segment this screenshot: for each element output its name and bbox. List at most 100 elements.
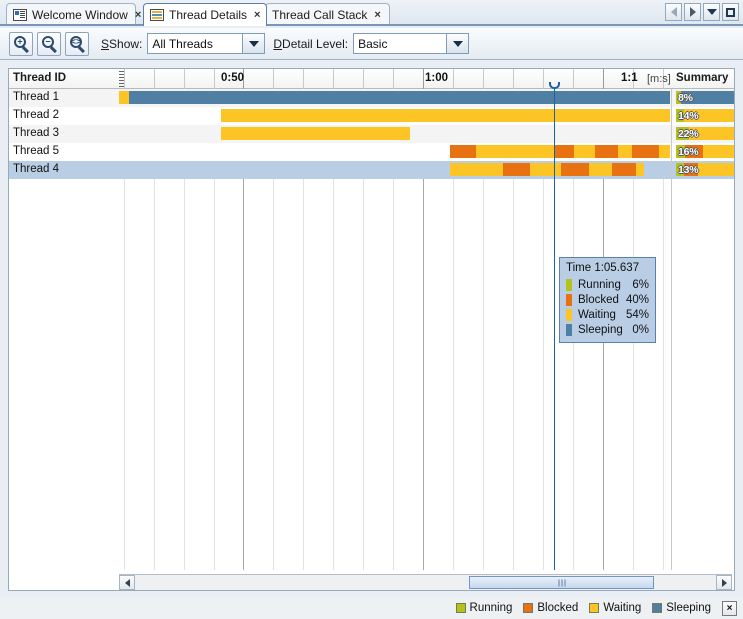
detail-level-value: Basic [358,36,388,51]
summary-percent: 22% [678,128,699,140]
maximize-view-button[interactable] [722,3,739,21]
show-select[interactable]: All Threads [147,33,266,54]
timeline-segment-waiting [450,163,503,176]
tab-welcome-window[interactable]: Welcome Window × [6,3,141,26]
zoom-in-button[interactable]: + [9,31,33,56]
close-legend-button[interactable]: × [722,600,737,616]
summary-bar: 16% [676,145,734,158]
window-controls [665,3,739,21]
zoom-in-glyph: + [17,36,23,46]
detail-level-arrow[interactable] [446,34,469,53]
thread-id-label: Thread 5 [13,145,60,157]
legend-label: Blocked [537,602,579,614]
detail-level-label-text: Detail Level: [282,36,349,51]
horizontal-scrollbar[interactable] [119,574,732,590]
scroll-right-button[interactable] [716,575,732,590]
timeline-segment-waiting [530,163,561,176]
chevron-down-icon [706,9,717,15]
timeline-segment-waiting [589,163,612,176]
show-label-text: Show: [109,36,143,51]
timeline-segment-waiting [659,145,670,158]
timeline-segment-waiting [476,145,554,158]
swatch-waiting [589,603,600,613]
swatch-sleeping [652,603,663,613]
tab-close-icon[interactable]: × [374,9,380,21]
tab-thread-details[interactable]: Thread Details × [143,3,267,26]
table-row[interactable]: Thread 1 8% [9,89,734,107]
ruler-tick [273,69,274,89]
table-row[interactable]: Thread 3 22% [9,125,734,143]
tooltip-state-label: Running [578,278,621,291]
scroll-left-button[interactable] [119,575,135,590]
thread-id-label: Thread 4 [13,163,60,175]
ruler-tick [573,69,574,89]
summary-bar: 22% [676,127,734,140]
tooltip-row: Blocked 40% [566,292,649,307]
ruler-tick [333,69,334,89]
time-tooltip: Time 1:05.637 Running 6% Blocked 40% Waiting 5… [559,257,656,343]
summary-percent: 14% [678,110,699,122]
arrow-left-icon [124,578,130,587]
ruler-tick [214,69,215,89]
swatch-running [566,278,572,291]
ruler-tick [303,69,304,89]
legend-label: Running [469,602,513,614]
legend-label: Waiting [603,602,642,614]
zoom-out-glyph: − [45,36,51,46]
table-row[interactable]: Thread 5 16% [9,143,734,161]
tooltip-state-label: Sleeping [578,323,623,336]
toolbar: + − <> SShow: All Threads DDetail Level:… [0,28,743,60]
chevron-left-icon [670,7,677,17]
legend-item-sleeping: Sleeping [652,602,711,614]
ruler-label: 1:1 [621,72,638,84]
scrollbar-thumb[interactable] [468,576,655,589]
ruler-tick [363,69,364,89]
thread-details-icon [150,9,164,21]
zoom-out-button[interactable]: − [37,31,61,56]
timeline-segment-blocked [632,145,659,158]
close-icon: × [726,602,733,614]
table-row[interactable]: Thread 4 13% [9,161,734,179]
tooltip-state-value: 40% [625,293,649,306]
timeline-segment-blocked [595,145,618,158]
swatch-waiting [566,308,572,321]
swatch-running [455,603,466,613]
swatch-blocked [523,603,534,613]
ruler-tick [483,69,484,89]
timeline-segment-blocked [450,145,476,158]
thread-details-window: Welcome Window × Thread Details × Thread Cal… [0,0,743,619]
time-unit-label: [m:s] [647,73,671,85]
chevron-right-icon [689,7,696,17]
ruler-label: 0:50 [221,72,245,84]
tooltip-state-label: Waiting [578,308,616,321]
ruler-label: 1:00 [425,72,449,84]
summary-bar: 13% [676,163,734,176]
summary-segment-waiting [698,163,734,176]
tab-strip: Welcome Window × Thread Details × Thread Cal… [0,0,743,26]
zoom-fit-button[interactable]: <> [65,31,89,56]
thread-timeline-bar [221,127,410,140]
swatch-blocked [566,293,572,306]
timeline-segment-waiting [119,91,129,104]
summary-percent: 16% [678,146,699,158]
tab-close-icon[interactable]: × [135,9,141,21]
summary-percent: 13% [678,164,699,176]
next-view-button[interactable] [684,3,701,21]
ruler-tick [124,69,125,89]
tab-close-icon[interactable]: × [254,9,260,21]
chevron-down-icon [248,40,259,47]
state-legend: Running Blocked Waiting Sleeping × [0,597,743,619]
view-menu-button[interactable] [703,3,720,21]
detail-level-select[interactable]: Basic [353,33,470,54]
tab-thread-call-stack[interactable]: Thread Call Stack × [265,3,390,26]
timeline-ruler: Thread ID 0:50 1:00 1:1 [m:s] Summary [9,69,734,89]
summary-bar: 14% [676,109,734,122]
time-marker-line[interactable] [554,89,555,570]
show-select-arrow[interactable] [242,34,265,53]
table-row[interactable]: Thread 2 14% [9,107,734,125]
previous-view-button[interactable] [665,3,682,21]
thread-timeline-bar [119,91,670,104]
ruler-tick [543,69,544,89]
tab-label: Welcome Window [32,8,128,22]
timeline-segment-blocked [554,145,574,158]
